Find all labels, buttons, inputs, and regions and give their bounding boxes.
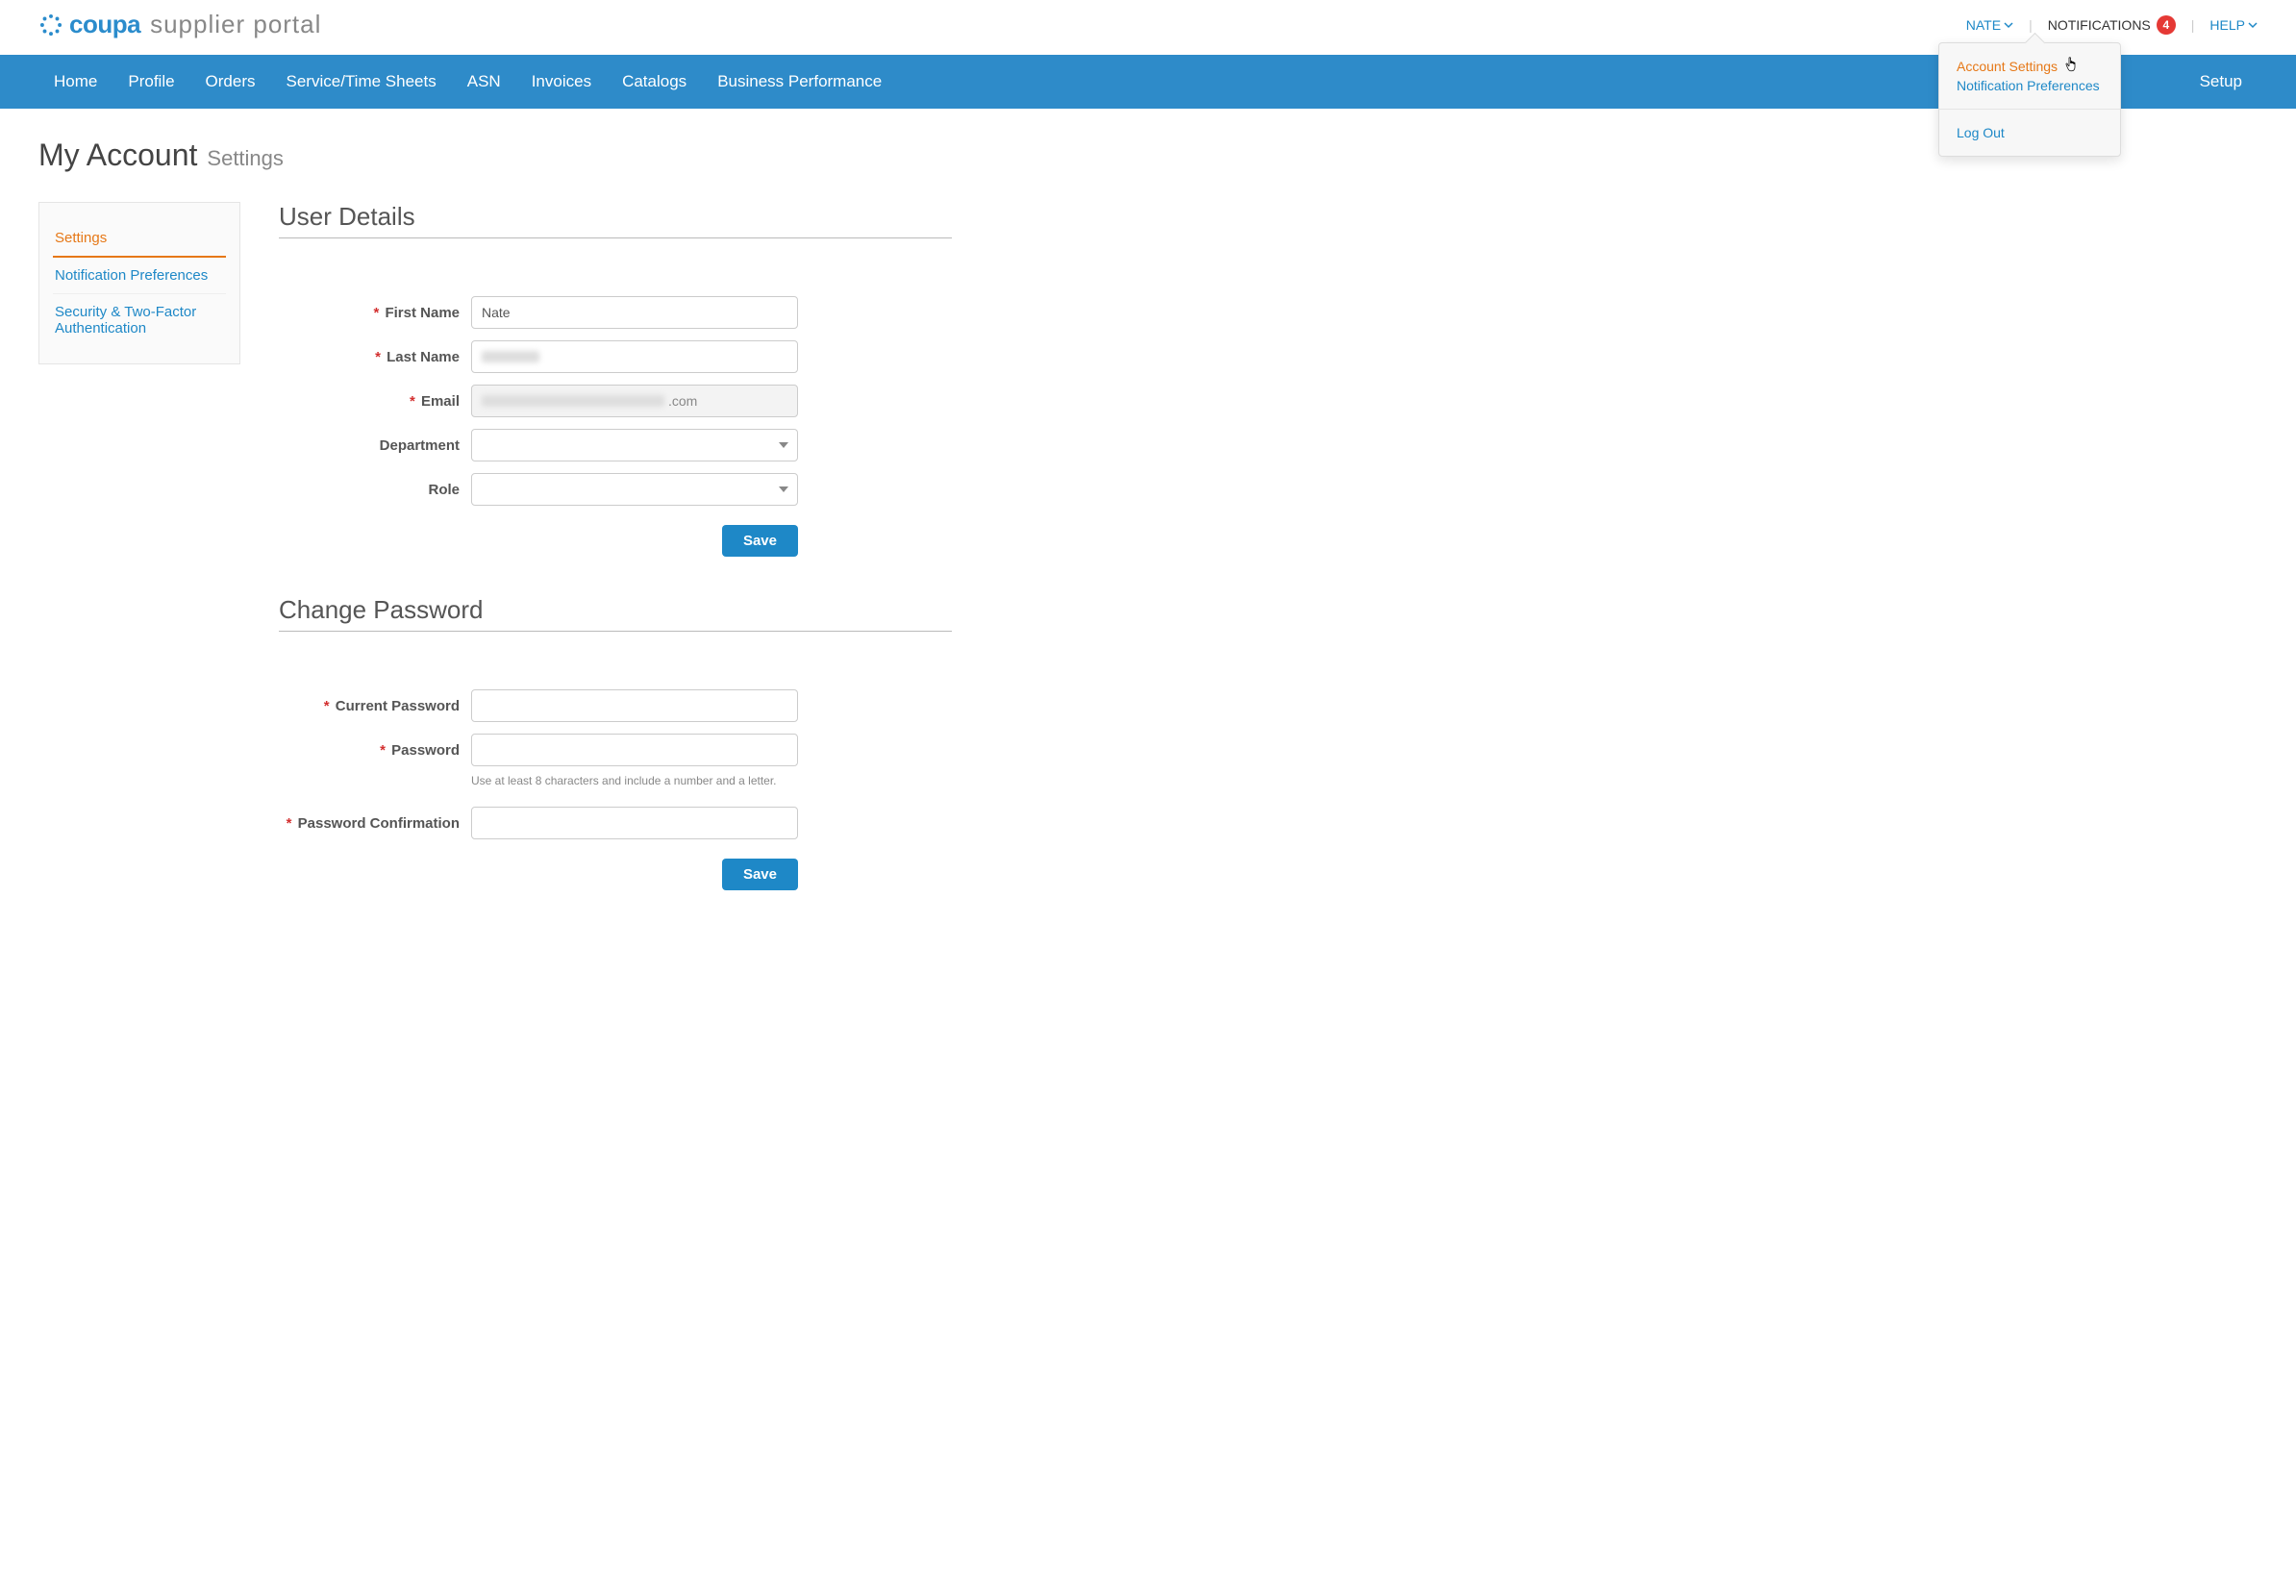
- separator: |: [2191, 17, 2195, 33]
- first-name-label: * First Name: [279, 305, 471, 321]
- page-title: My Account Settings: [38, 137, 2258, 173]
- separator: |: [2029, 17, 2033, 33]
- department-select[interactable]: [471, 429, 798, 461]
- nav-invoices[interactable]: Invoices: [516, 55, 607, 109]
- nav-catalogs[interactable]: Catalogs: [607, 55, 702, 109]
- coupa-logo-icon: [38, 12, 63, 37]
- email-label: * Email: [279, 393, 471, 410]
- nav-service-time-sheets[interactable]: Service/Time Sheets: [271, 55, 452, 109]
- role-label: Role: [279, 482, 471, 498]
- change-password-save-button[interactable]: Save: [722, 859, 798, 890]
- help-label: HELP: [2209, 17, 2245, 33]
- user-details-save-button[interactable]: Save: [722, 525, 798, 557]
- current-password-input[interactable]: [471, 689, 798, 722]
- settings-sidebar: Settings Notification Preferences Securi…: [38, 202, 240, 364]
- header-right: NATE | NOTIFICATIONS 4 | HELP: [1966, 15, 2258, 35]
- dropdown-account-settings[interactable]: Account Settings: [1957, 57, 2103, 76]
- nav-home[interactable]: Home: [38, 55, 112, 109]
- last-name-input[interactable]: [471, 340, 798, 373]
- change-password-heading: Change Password: [279, 595, 952, 632]
- sidebar-item-settings[interactable]: Settings: [53, 220, 226, 258]
- nav-business-performance[interactable]: Business Performance: [702, 55, 897, 109]
- user-details-heading: User Details: [279, 202, 952, 238]
- logo-suffix-text: supplier portal: [150, 10, 321, 39]
- main-column: User Details * First Name * Last Name * …: [279, 202, 952, 929]
- chevron-down-icon: [2004, 20, 2013, 30]
- current-password-label: * Current Password: [279, 698, 471, 714]
- last-name-label: * Last Name: [279, 349, 471, 365]
- user-dropdown-menu: Account Settings Notification Preference…: [1938, 42, 2121, 157]
- role-select[interactable]: [471, 473, 798, 506]
- page-title-sub: Settings: [207, 146, 284, 171]
- user-name-label: NATE: [1966, 17, 2001, 33]
- password-confirmation-input[interactable]: [471, 807, 798, 839]
- dropdown-log-out[interactable]: Log Out: [1957, 123, 2103, 142]
- user-menu-trigger[interactable]: NATE: [1966, 17, 2013, 33]
- new-password-input[interactable]: [471, 734, 798, 766]
- first-name-input[interactable]: [471, 296, 798, 329]
- top-header: coupa supplier portal NATE | NOTIFICATIO…: [0, 0, 2296, 55]
- nav-orders[interactable]: Orders: [190, 55, 271, 109]
- department-label: Department: [279, 437, 471, 454]
- nav-asn[interactable]: ASN: [452, 55, 516, 109]
- sidebar-item-security-2fa[interactable]: Security & Two-Factor Authentication: [53, 294, 226, 346]
- notifications-badge: 4: [2157, 15, 2176, 35]
- email-input: .com: [471, 385, 798, 417]
- notifications-label: NOTIFICATIONS: [2048, 17, 2151, 33]
- nav-setup[interactable]: Setup: [2184, 55, 2258, 109]
- logo[interactable]: coupa supplier portal: [38, 10, 321, 39]
- page-content: My Account Settings Settings Notificatio…: [0, 109, 2296, 958]
- password-hint: Use at least 8 characters and include a …: [471, 774, 798, 787]
- chevron-down-icon: [2248, 20, 2258, 30]
- page-title-main: My Account: [38, 137, 197, 173]
- sidebar-item-notification-preferences[interactable]: Notification Preferences: [53, 258, 226, 294]
- password-label: * Password: [279, 742, 471, 759]
- password-confirmation-label: * Password Confirmation: [279, 815, 471, 832]
- notifications-link[interactable]: NOTIFICATIONS 4: [2048, 15, 2176, 35]
- nav-profile[interactable]: Profile: [112, 55, 189, 109]
- logo-brand-text: coupa: [69, 10, 140, 39]
- dropdown-notification-preferences[interactable]: Notification Preferences: [1957, 76, 2103, 95]
- help-menu-trigger[interactable]: HELP: [2209, 17, 2258, 33]
